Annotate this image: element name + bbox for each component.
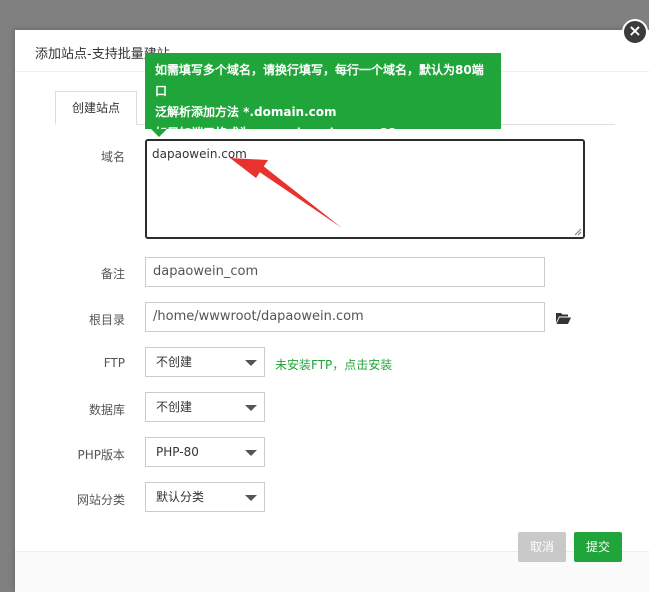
database-select[interactable]: 不创建 (145, 392, 265, 422)
php-version-label: PHP版本 (77, 448, 126, 462)
tooltip-line-2: 泛解析添加方法 *.domain.com (155, 105, 337, 119)
remark-label: 备注 (100, 267, 125, 281)
database-selected: 不创建 (156, 400, 193, 414)
close-dialog-button[interactable]: × (622, 19, 648, 45)
install-ftp-link[interactable]: 未安装FTP，点击安装 (275, 356, 392, 373)
chevron-down-icon (245, 450, 257, 456)
tooltip-line-3: 如另加端口格式为 www.domain.com:88 (155, 126, 397, 140)
domain-label: 域名 (100, 150, 125, 164)
php-version-select[interactable]: PHP-80 (145, 437, 265, 467)
chevron-down-icon (245, 405, 257, 411)
site-category-select[interactable]: 默认分类 (145, 482, 265, 512)
remark-input[interactable]: dapaowein_com (145, 257, 545, 287)
php-version-selected: PHP-80 (156, 445, 199, 459)
tooltip-line-1: 如需填写多个域名，请换行填写，每行一个域名，默认为80端口 (155, 63, 484, 98)
site-category-selected: 默认分类 (156, 490, 205, 504)
ftp-select[interactable]: 不创建 (145, 347, 265, 377)
resize-grip-icon[interactable] (574, 228, 582, 236)
cancel-button[interactable]: 取消 (518, 532, 566, 562)
ftp-selected: 不创建 (156, 355, 193, 369)
root-dir-label: 根目录 (88, 313, 125, 327)
ftp-label: FTP (103, 356, 125, 370)
submit-button[interactable]: 提交 (574, 532, 622, 562)
chevron-down-icon (245, 495, 257, 501)
folder-open-icon[interactable] (555, 311, 571, 325)
tab-create-site[interactable]: 创建站点 (55, 91, 137, 125)
root-dir-input[interactable]: /home/wwwroot/dapaowein.com (145, 302, 545, 332)
domain-help-tooltip: 如需填写多个域名，请换行填写，每行一个域名，默认为80端口 泛解析添加方法 *.… (145, 53, 501, 140)
database-label: 数据库 (88, 403, 125, 417)
close-icon: × (628, 21, 642, 40)
tooltip-pointer (151, 129, 167, 137)
domain-textarea[interactable]: dapaowein.com (145, 139, 585, 239)
site-category-label: 网站分类 (76, 493, 125, 507)
domain-value: dapaowein.com (152, 147, 247, 161)
chevron-down-icon (245, 360, 257, 366)
